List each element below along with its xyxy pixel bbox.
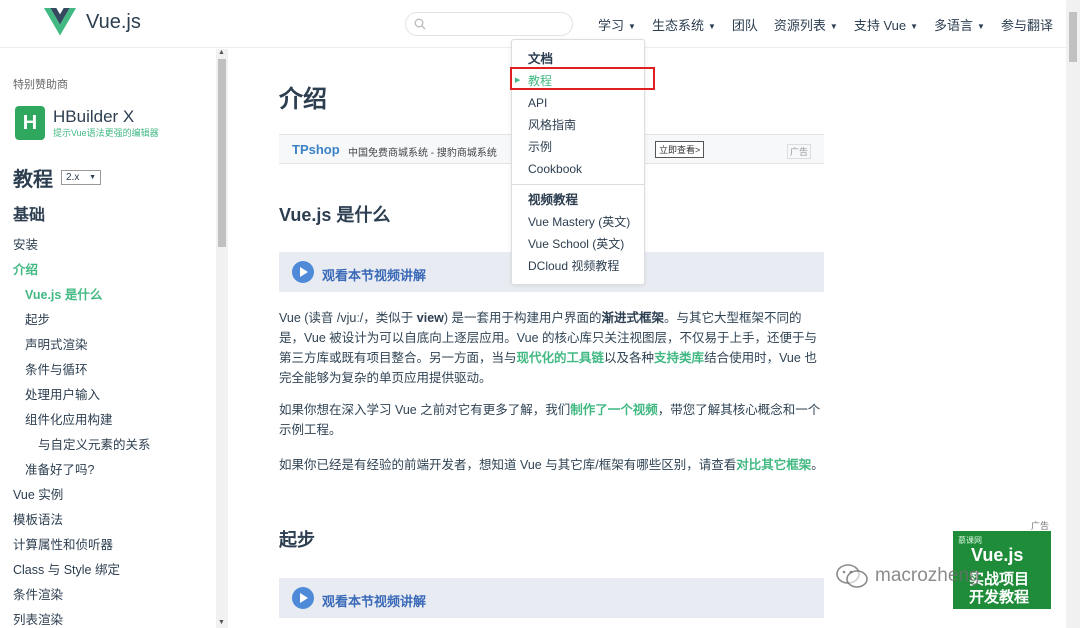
search-icon xyxy=(414,18,426,30)
compare-paragraph: 如果你已经是有经验的前端开发者，想知道 Vue 与其它库/框架有哪些区别，请查看… xyxy=(279,458,824,472)
dropdown-item-examples[interactable]: 示例 xyxy=(512,136,644,158)
wechat-icon xyxy=(836,564,868,588)
sidebar-scroll-thumb[interactable] xyxy=(218,59,226,247)
sidebar-item[interactable]: Vue 实例 xyxy=(13,485,213,510)
watermark: macrozheng xyxy=(835,563,980,589)
video-banner-2[interactable]: 观看本节视频讲解 xyxy=(279,578,824,618)
dropdown-group-videos: 视频教程 xyxy=(528,193,579,207)
video-label[interactable]: 观看本节视频讲解 xyxy=(322,265,426,284)
bottom-ad-line3: 开发教程 xyxy=(969,589,1030,606)
sidebar-item[interactable]: 处理用户输入 xyxy=(13,385,213,410)
ad-text[interactable]: 中国免费商城系统 - 搜豹商城系统 xyxy=(348,144,497,159)
ad-tag: 广告 xyxy=(787,144,812,159)
video-label-2[interactable]: 观看本节视频讲解 xyxy=(322,591,426,610)
dropdown-item-dcloud[interactable]: DCloud 视频教程 xyxy=(512,255,644,277)
scroll-down-icon[interactable]: ▼ xyxy=(218,619,225,626)
dropdown-divider xyxy=(512,184,644,185)
version-select[interactable]: 2.x ▼ xyxy=(61,170,101,185)
nav-resources[interactable]: 资源列表 ▼ xyxy=(774,15,838,42)
sidebar-item[interactable]: 组件化应用构建 xyxy=(13,410,213,435)
page-title: 介绍 xyxy=(279,86,327,113)
play-icon[interactable] xyxy=(292,261,314,283)
sidebar-list: 安装 介绍 Vue.js 是什么 起步 声明式渲染 条件与循环 处理用户输入 组件化应用构建与… xyxy=(13,235,213,628)
dropdown-item-vue-school[interactable]: Vue School (英文) xyxy=(512,233,644,255)
chevron-down-icon: ▼ xyxy=(829,22,838,32)
search-input[interactable] xyxy=(405,12,573,36)
chevron-down-icon: ▼ xyxy=(910,22,919,32)
nav-languages[interactable]: 多语言 ▼ xyxy=(934,15,985,42)
link-comparison[interactable]: 对比其它框架 xyxy=(736,458,811,472)
dropdown-item-style-guide[interactable]: 风格指南 xyxy=(512,114,644,136)
sidebar-item[interactable]: 模板语法 xyxy=(13,510,213,535)
sidebar-item[interactable]: 计算属性和侦听器 xyxy=(13,535,213,560)
sponsor-label: 特别赞助商 xyxy=(13,79,68,91)
video-paragraph: 如果你想在深入学习 Vue 之前对它有更多了解，我们制作了一个视频，带您了解其核… xyxy=(279,403,821,437)
vue-logo-icon xyxy=(44,8,76,36)
heading-what-is-vue: Vue.js 是什么 xyxy=(279,205,391,225)
chevron-down-icon: ▼ xyxy=(977,22,985,32)
highlight-annotation-box xyxy=(510,67,655,90)
chevron-down-icon: ▼ xyxy=(89,174,96,181)
sidebar-section-basics: 基础 xyxy=(13,207,46,224)
site-logo[interactable]: Vue.js xyxy=(44,8,141,36)
sidebar-item[interactable]: 与自定义元素的关系 xyxy=(13,435,213,460)
sponsor-name: HBuilder X xyxy=(53,107,135,126)
dropdown-item-cookbook[interactable]: Cookbook xyxy=(512,158,644,180)
nav-ecosystem[interactable]: 生态系统 ▼ xyxy=(652,15,716,42)
sidebar-item[interactable]: Class 与 Style 绑定 xyxy=(13,560,213,585)
sidebar-item[interactable]: 条件渲染 xyxy=(13,585,213,610)
sponsor-hbuilder[interactable]: H HBuilder X 提示Vue语法更强的编辑器 xyxy=(15,106,159,140)
sidebar-item[interactable]: 起步 xyxy=(13,310,213,335)
sidebar-item[interactable]: 声明式渲染 xyxy=(13,335,213,360)
intro-paragraph: Vue (读音 /vjuː/，类似于 view) 是一套用于构建用户界面的渐进式… xyxy=(279,311,818,385)
scroll-up-icon[interactable]: ▲ xyxy=(218,49,225,56)
play-icon[interactable] xyxy=(292,587,314,609)
sidebar: 特别赞助商 H HBuilder X 提示Vue语法更强的编辑器 教程 2.x ▼… xyxy=(0,49,216,628)
link-video[interactable]: 制作了一个视频 xyxy=(570,403,658,417)
nav-learn[interactable]: 学习 ▼ xyxy=(598,15,636,42)
logo-text: Vue.js xyxy=(86,10,141,33)
ad-brand[interactable]: TPshop xyxy=(292,142,340,157)
sidebar-item[interactable]: 列表渲染 xyxy=(13,610,213,628)
dropdown-item-api[interactable]: API xyxy=(512,92,644,114)
heading-getting-started: 起步 xyxy=(279,530,315,550)
link-toolchain[interactable]: 现代化的工具链 xyxy=(517,351,605,365)
sidebar-item[interactable]: 条件与循环 xyxy=(13,360,213,385)
sponsor-subtitle: 提示Vue语法更强的编辑器 xyxy=(53,128,159,138)
page-scrollbar[interactable] xyxy=(1066,0,1080,628)
hbuilder-logo-icon: H xyxy=(15,106,45,140)
page-scroll-thumb[interactable] xyxy=(1069,12,1077,62)
sidebar-item[interactable]: 安装 xyxy=(13,235,213,260)
dropdown-item-vue-mastery[interactable]: Vue Mastery (英文) xyxy=(512,211,644,233)
ad-view-button[interactable]: 立即查看> xyxy=(655,141,705,158)
sidebar-item[interactable]: Vue.js 是什么 xyxy=(13,285,213,310)
sidebar-item[interactable]: 准备好了吗? xyxy=(13,460,213,485)
chevron-down-icon: ▼ xyxy=(707,22,716,32)
nav-team[interactable]: 团队 xyxy=(732,15,758,42)
chevron-down-icon: ▼ xyxy=(628,22,636,32)
nav-translate[interactable]: 参与翻译 xyxy=(1001,15,1053,42)
top-nav: 学习 ▼ 生态系统 ▼ 团队 资源列表 ▼ 支持 Vue ▼ 多语言 ▼ 参与翻译 xyxy=(598,15,1069,42)
sidebar-title: 教程 2.x ▼ xyxy=(13,163,101,192)
sidebar-item[interactable]: 介绍 xyxy=(13,260,213,285)
link-libraries[interactable]: 支持类库 xyxy=(654,351,704,365)
nav-support[interactable]: 支持 Vue ▼ xyxy=(854,15,918,42)
sidebar-scrollbar[interactable]: ▲ ▼ xyxy=(216,49,228,628)
